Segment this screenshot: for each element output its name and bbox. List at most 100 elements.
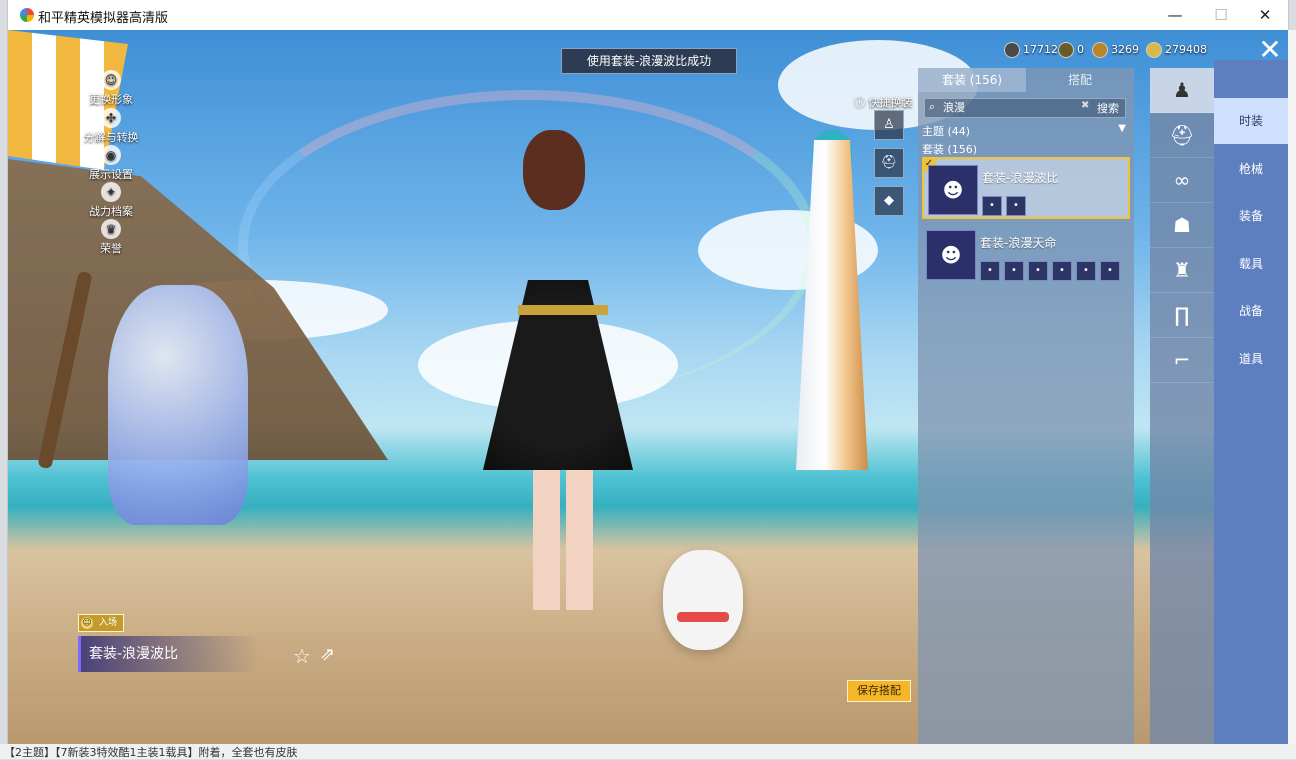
outfit-item-name: 套装-浪漫天命 <box>980 236 1057 250</box>
category-guns[interactable]: 枪械 <box>1214 146 1288 192</box>
panel-tabs: 套装 (156) 搭配 <box>918 68 1134 92</box>
change-appearance-label: 更换形象 <box>89 93 133 106</box>
player-character[interactable] <box>463 130 638 640</box>
currency-value: 17712 <box>1023 43 1058 56</box>
entry-animation-badge[interactable]: ☺ 入场 <box>78 614 125 632</box>
coupon-icon <box>1004 42 1020 58</box>
wardrobe-panel: 套装 (156) 搭配 ⌕ ✖ 搜索 主题 (44) ▼ 套装 (156) ✓ … <box>918 68 1134 752</box>
display-settings-button[interactable]: ◉ 展示设置 <box>76 145 146 182</box>
app-window: 和平精英模拟器高清版 — ☐ ✕ ☺ 更换形象 ✣ 分解与转换 ◉ 展示设置 ✦… <box>8 0 1288 752</box>
unicorn-mount <box>108 285 248 525</box>
gold-coin-icon <box>1092 42 1108 58</box>
share-icon[interactable]: ⇗ <box>320 644 335 665</box>
smiley-icon: ☺ <box>81 616 93 629</box>
save-outfit-button[interactable]: 保存搭配 <box>847 680 911 702</box>
theme-filter-label: 主题 (44) <box>922 125 971 138</box>
badge-icon: ♛ <box>101 219 121 239</box>
outfit-thumbnail: ☻ <box>926 230 976 280</box>
outfit-parts: • • • • • • <box>980 258 1124 281</box>
currency-coupon: 17712 <box>1004 42 1058 58</box>
currency-token: 0 <box>1058 42 1084 58</box>
display-settings-label: 展示设置 <box>89 168 133 181</box>
subcategory-hat[interactable]: ⛑ <box>1150 113 1214 158</box>
character-belt <box>518 305 608 315</box>
quick-slot-outfit[interactable]: ♙ <box>874 110 904 140</box>
outfit-parts: • • <box>982 193 1030 216</box>
figure-icon: ♙ <box>883 117 895 132</box>
outfit-part-thumbnail[interactable]: • <box>1004 261 1024 281</box>
help-icon[interactable]: ⓘ <box>854 96 865 109</box>
background-app-edge <box>1288 30 1296 744</box>
dropdown-icon: ▼ <box>1118 123 1126 134</box>
currency-silver: 279408 <box>1146 42 1207 58</box>
category-vehicles[interactable]: 载具 <box>1214 241 1288 287</box>
minimize-button[interactable]: — <box>1152 0 1198 30</box>
mask-icon: ☗ <box>1173 213 1191 237</box>
subcategory-pants[interactable]: ∏ <box>1150 293 1214 338</box>
outfit-part-thumbnail[interactable]: • <box>1028 261 1048 281</box>
outfit-item-name: 套装-浪漫波比 <box>982 171 1059 185</box>
silver-coin-icon <box>1146 42 1162 58</box>
theme-filter[interactable]: 主题 (44) ▼ <box>922 123 1128 138</box>
outfit-icon: ♟ <box>1173 78 1191 102</box>
app-logo-icon <box>20 8 34 22</box>
game-viewport: ☺ 更换形象 ✣ 分解与转换 ◉ 展示设置 ✦ 战力档案 ♛ 荣誉 使用套装-浪… <box>8 30 1288 752</box>
clear-search-icon[interactable]: ✖ <box>1081 100 1095 111</box>
currency-value: 0 <box>1077 43 1084 56</box>
close-window-button[interactable]: ✕ <box>1242 0 1288 30</box>
category-fashion[interactable]: 时装 <box>1214 98 1288 144</box>
subcategory-glasses[interactable]: ∞ <box>1150 158 1214 203</box>
favorite-star-icon[interactable]: ☆ <box>293 644 311 668</box>
quick-slot-helmet[interactable]: ⛑ <box>874 148 904 178</box>
hat-icon: ⛑ <box>1169 123 1195 147</box>
character-legs <box>533 470 593 610</box>
tab-match[interactable]: 搭配 <box>1026 68 1134 92</box>
character-head <box>523 130 585 210</box>
background-text: 【2主题】【7新装3特效酷1主装1载具】附着，全套也有皮肤 <box>0 744 1296 759</box>
flame-icon: ✦ <box>101 182 121 202</box>
pet-scarf <box>677 612 729 622</box>
list-item-suit[interactable]: ☻ 套装-浪漫天命 • • • • • • <box>922 224 1130 286</box>
list-item-suit[interactable]: ✓ ☻ 套装-浪漫波比 • • <box>922 157 1130 219</box>
outfit-part-thumbnail[interactable]: • <box>982 196 1002 216</box>
window-title: 和平精英模拟器高清版 <box>38 11 169 26</box>
search-button[interactable]: 搜索 <box>1097 100 1119 116</box>
category-equipment[interactable]: 装备 <box>1214 193 1288 239</box>
shirt-icon: ♜ <box>1173 258 1191 282</box>
honor-label: 荣誉 <box>100 242 122 255</box>
subcategory-top[interactable]: ♜ <box>1150 248 1214 293</box>
category-prep[interactable]: 战备 <box>1214 288 1288 334</box>
honor-button[interactable]: ♛ 荣誉 <box>76 219 146 256</box>
outfit-part-thumbnail[interactable]: • <box>980 261 1000 281</box>
subcategory-shoes[interactable]: ⌐ <box>1150 338 1214 383</box>
lighthouse <box>796 140 868 470</box>
shoes-icon: ⌐ <box>1173 348 1191 372</box>
outfit-part-thumbnail[interactable]: • <box>1100 261 1120 281</box>
search-input[interactable] <box>943 100 1073 114</box>
decompose-button[interactable]: ✣ 分解与转换 <box>76 108 146 145</box>
outfit-part-thumbnail[interactable]: • <box>1006 196 1026 216</box>
tab-suit[interactable]: 套装 (156) <box>918 68 1026 92</box>
category-props[interactable]: 道具 <box>1214 336 1288 382</box>
subcategory-mask[interactable]: ☗ <box>1150 203 1214 248</box>
recycle-icon: ✣ <box>101 108 121 128</box>
subcategory-column: ♟ ⛑ ∞ ☗ ♜ ∏ ⌐ <box>1150 68 1214 752</box>
token-icon <box>1058 42 1074 58</box>
outfit-part-thumbnail[interactable]: • <box>1052 261 1072 281</box>
quick-swap-label: ⓘ 快捷换装 <box>854 94 913 110</box>
subcategory-outfit[interactable]: ♟ <box>1150 68 1214 113</box>
pants-icon: ∏ <box>1174 303 1190 327</box>
pet-companion[interactable] <box>663 550 743 650</box>
maximize-button[interactable]: ☐ <box>1198 0 1244 30</box>
ability-archive-button[interactable]: ✦ 战力档案 <box>76 182 146 219</box>
quick-slot-emblem[interactable]: ◆ <box>874 186 904 216</box>
outfit-thumbnail: ☻ <box>928 165 978 215</box>
quick-swap-text: 快捷换装 <box>868 96 913 109</box>
helmet-icon: ⛑ <box>880 155 898 170</box>
currency-value: 3269 <box>1111 43 1139 56</box>
main-category-column: 时装 枪械 装备 载具 战备 道具 <box>1214 60 1288 752</box>
change-appearance-button[interactable]: ☺ 更换形象 <box>76 70 146 107</box>
entry-label: 入场 <box>99 618 118 628</box>
person-icon: ☺ <box>101 70 121 90</box>
outfit-part-thumbnail[interactable]: • <box>1076 261 1096 281</box>
